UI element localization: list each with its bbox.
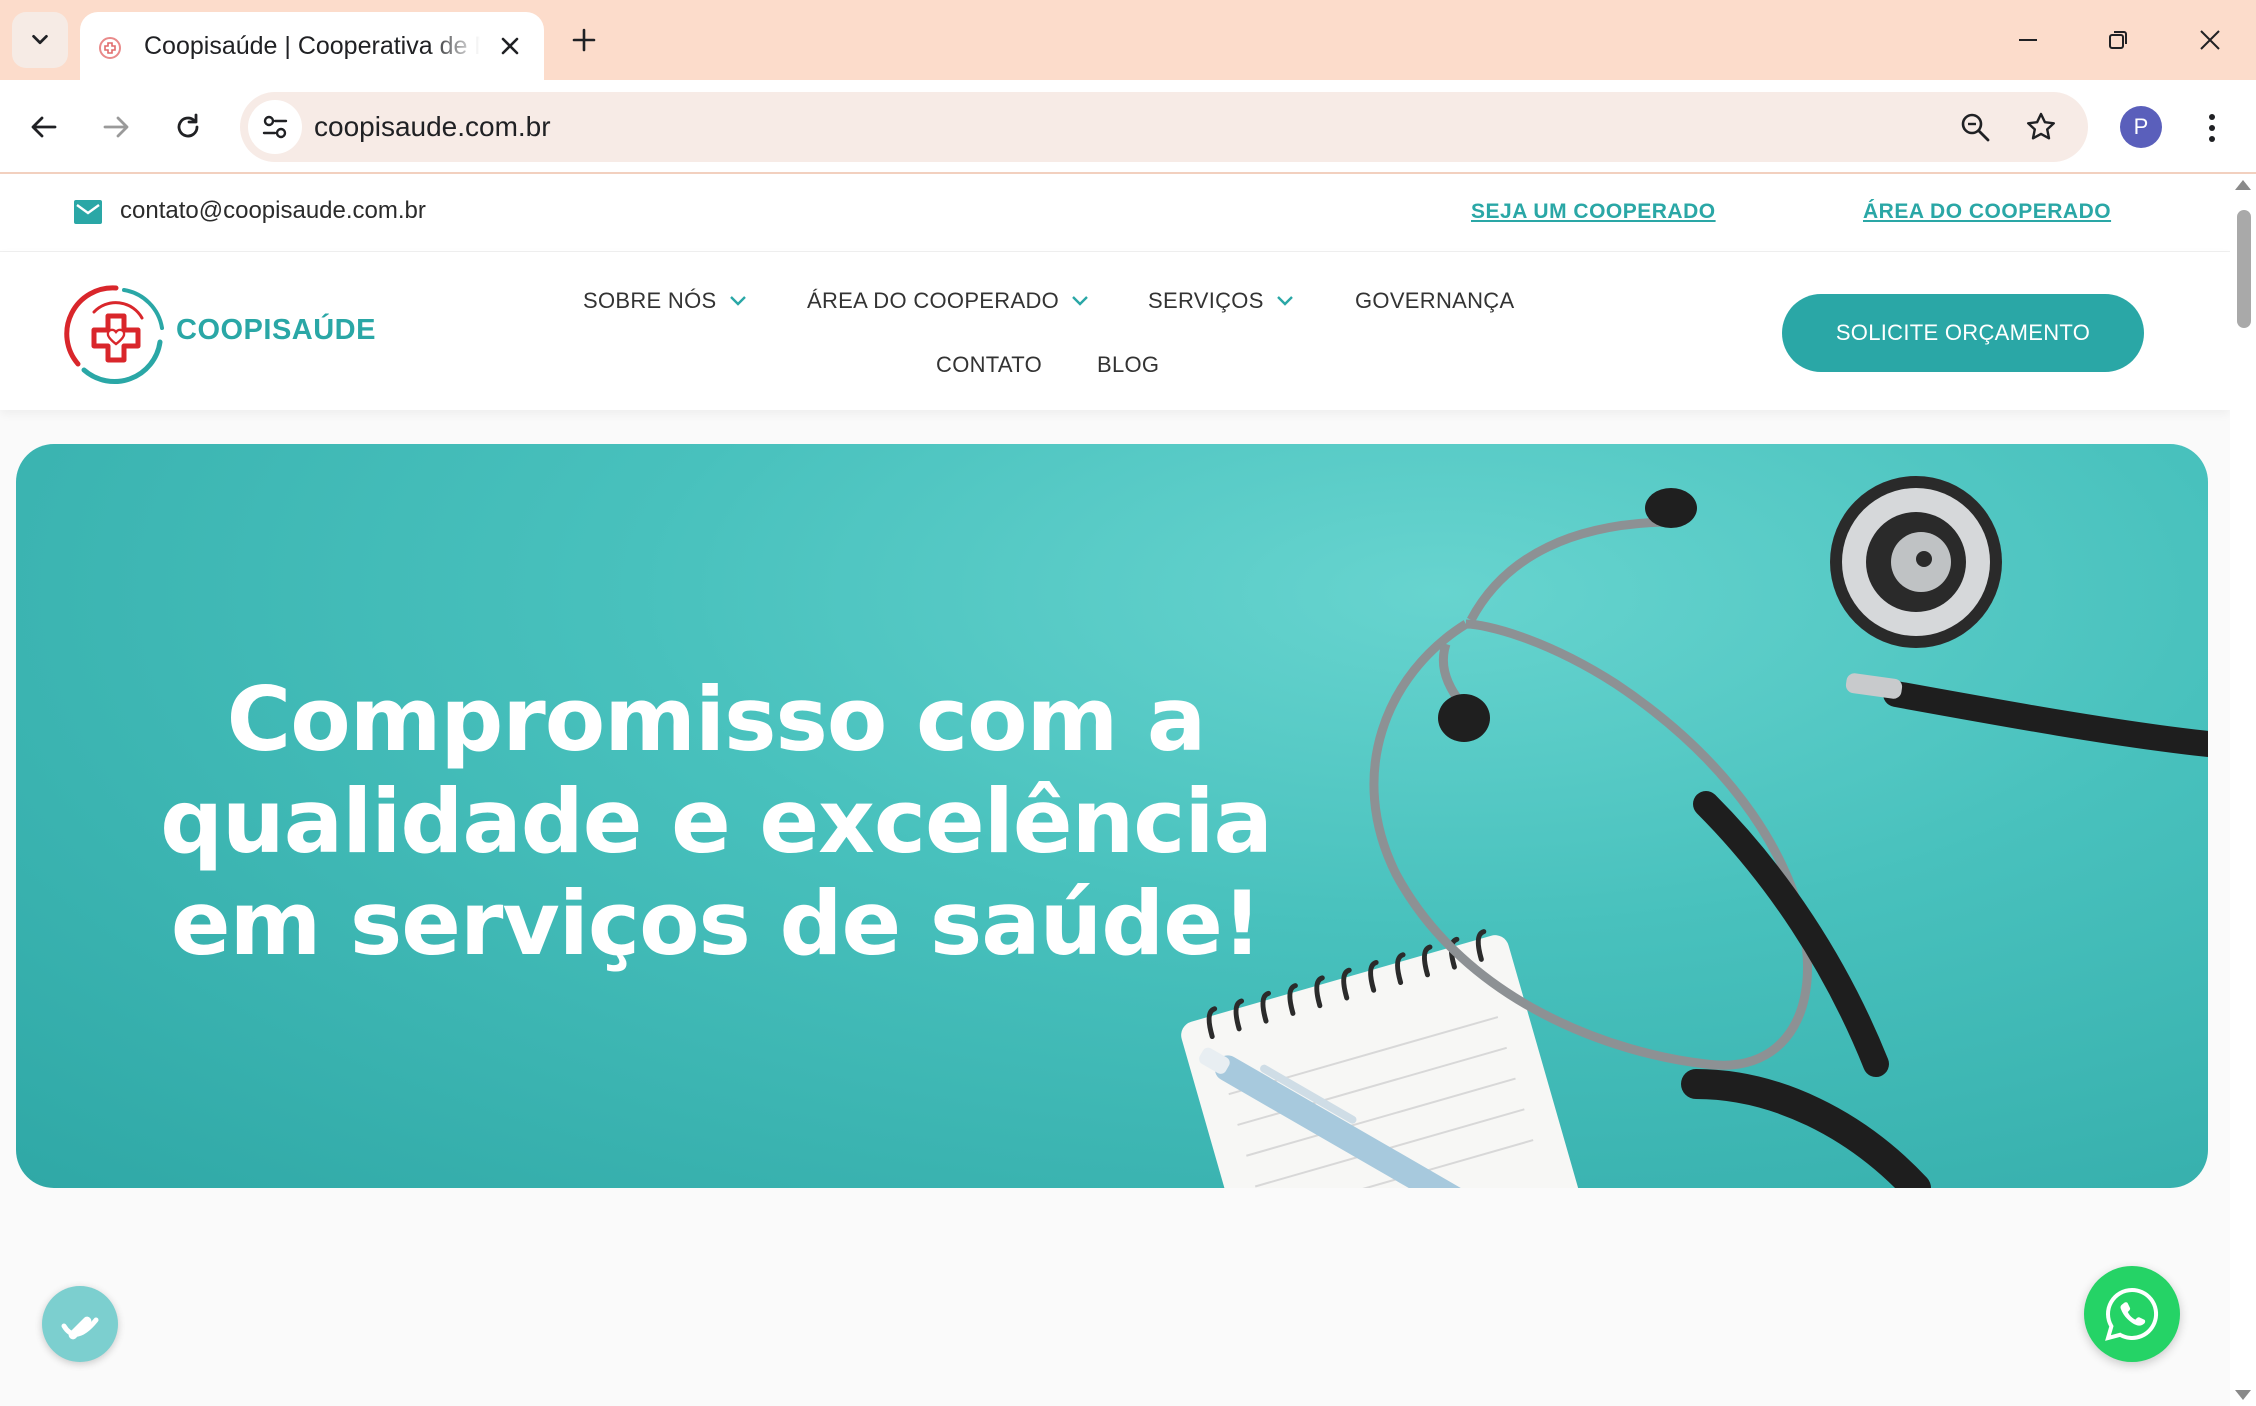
forward-button[interactable] [92, 103, 140, 151]
nav-label: SOBRE NÓS [583, 288, 717, 313]
more-icon [2209, 114, 2215, 142]
tab-search-button[interactable] [12, 12, 68, 68]
tab-title: Coopisaúde | Cooperativa de Médicos [144, 32, 480, 60]
site-header: COOPISAÚDE SOBRE NÓS ÁREA DO COOPERADO S… [0, 252, 2230, 410]
nav-area-do-cooperado[interactable]: ÁREA DO COOPERADO [807, 286, 1089, 316]
seja-cooperado-link[interactable]: SEJA UM COOPERADO [1471, 198, 1716, 226]
profile-avatar[interactable]: P [2120, 106, 2162, 148]
logo-text[interactable]: COOPISAÚDE [176, 312, 376, 348]
contact-email[interactable]: contato@coopisaude.com.br [120, 194, 426, 228]
reload-icon [177, 113, 199, 138]
page-viewport: contato@coopisaude.com.br SEJA UM COOPER… [0, 174, 2256, 1406]
nav-contato[interactable]: CONTATO [936, 350, 1042, 380]
logo-icon[interactable] [64, 282, 168, 386]
forward-icon [103, 116, 129, 138]
scroll-down-arrow[interactable] [2235, 1390, 2251, 1400]
zoom-icon [1961, 113, 1990, 142]
scroll-up-arrow[interactable] [2235, 180, 2251, 190]
restore-button[interactable] [2088, 14, 2148, 66]
chevron-down-icon [1276, 296, 1293, 306]
whatsapp-button[interactable] [2084, 1266, 2180, 1362]
nav-governanca[interactable]: GOVERNANÇA [1355, 286, 1514, 316]
close-icon [501, 37, 519, 55]
nav-label: SERVIÇOS [1148, 288, 1264, 313]
nav-label: ÁREA DO COOPERADO [807, 288, 1060, 313]
browser-tabbar: Coopisaúde | Cooperativa de Médicos [0, 0, 2256, 80]
browser-menu-button[interactable] [2192, 104, 2232, 152]
nav-servicos[interactable]: SERVIÇOS [1148, 286, 1294, 316]
accessibility-icon [61, 1316, 99, 1340]
reload-button[interactable] [164, 103, 212, 151]
accessibility-button[interactable] [42, 1286, 118, 1362]
back-button[interactable] [20, 103, 68, 151]
scroll-thumb[interactable] [2237, 210, 2251, 328]
site-settings-icon [262, 115, 288, 139]
nav-sobre-nos[interactable]: SOBRE NÓS [583, 286, 747, 316]
close-icon [2200, 30, 2220, 50]
address-bar[interactable]: coopisaude.com.br [240, 92, 2088, 162]
chevron-down-icon [1072, 296, 1088, 306]
plus-icon [572, 28, 596, 52]
nav-label: BLOG [1097, 352, 1160, 377]
whatsapp-icon [2105, 1287, 2159, 1341]
solicite-orcamento-button[interactable]: SOLICITE ORÇAMENTO [1782, 294, 2144, 372]
nav-blog[interactable]: BLOG [1097, 350, 1159, 380]
page-scrollbar[interactable] [2230, 174, 2256, 1406]
nav-label: CONTATO [936, 352, 1042, 377]
chevron-down-icon [32, 34, 48, 45]
browser-toolbar: coopisaude.com.br P [0, 80, 2256, 174]
browser-tab-active[interactable]: Coopisaúde | Cooperativa de Médicos [80, 12, 544, 80]
tab-close-button[interactable] [488, 24, 532, 68]
area-cooperado-link[interactable]: ÁREA DO COOPERADO [1863, 198, 2111, 226]
hero-banner: Compromisso com a qualidade e excelência… [16, 444, 2208, 1188]
nav-label: GOVERNANÇA [1355, 288, 1515, 313]
minimize-icon [2019, 39, 2037, 41]
site-info-button[interactable] [248, 100, 302, 154]
close-window-button[interactable] [2180, 14, 2240, 66]
back-icon [31, 116, 57, 138]
star-icon [2027, 112, 2055, 140]
site-topbar: contato@coopisaude.com.br SEJA UM COOPER… [0, 174, 2230, 252]
bookmark-button[interactable] [2018, 104, 2064, 150]
url-text[interactable]: coopisaude.com.br [314, 92, 551, 162]
chevron-down-icon [729, 296, 746, 306]
favicon-icon [99, 37, 121, 59]
mail-icon [74, 200, 102, 224]
new-tab-button[interactable] [562, 18, 606, 62]
minimize-button[interactable] [1998, 14, 2058, 66]
hero-title: Compromisso com a qualidade e excelência… [160, 668, 1273, 975]
zoom-button[interactable] [1952, 104, 1998, 150]
restore-icon [2109, 31, 2127, 49]
